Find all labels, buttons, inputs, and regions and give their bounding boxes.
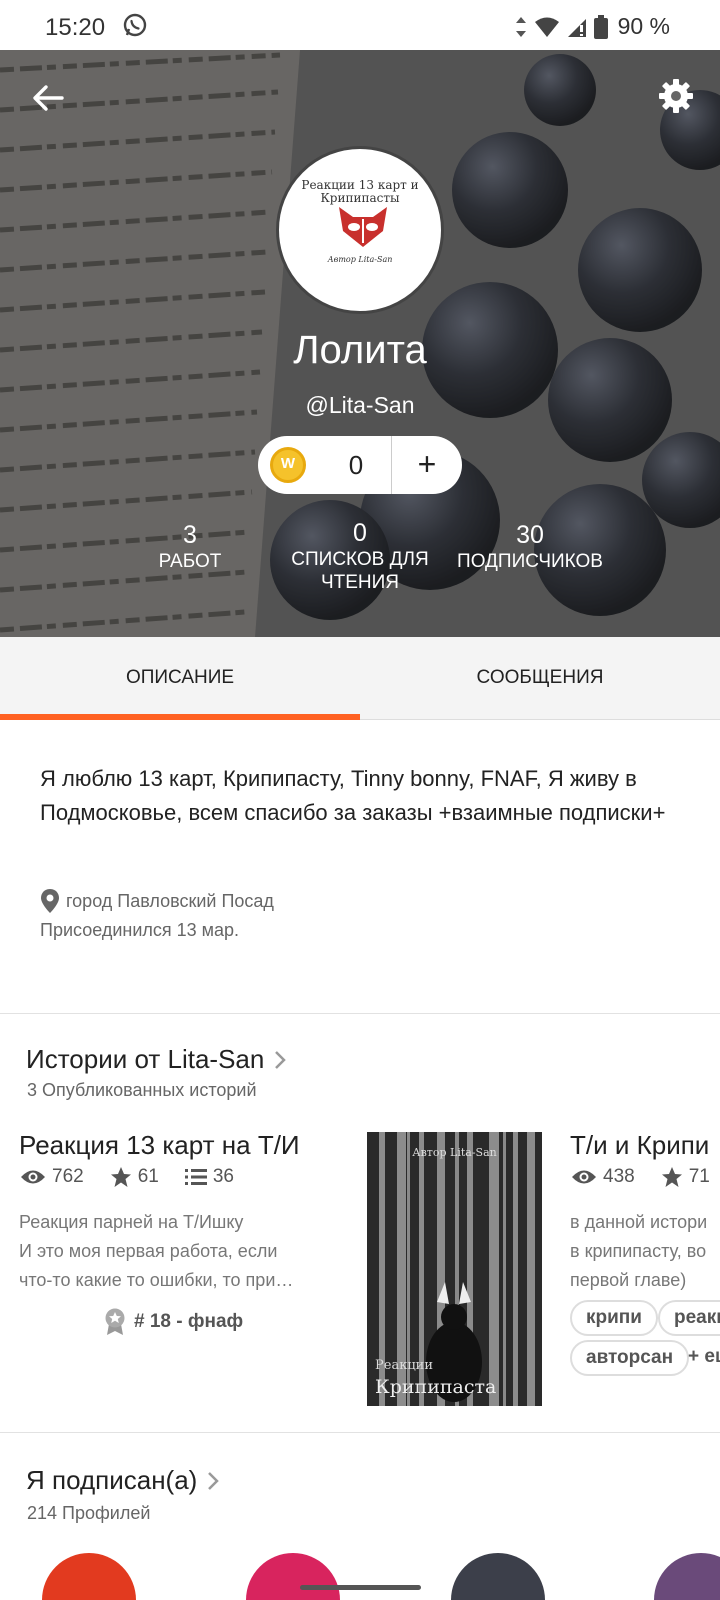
stories-count: 3 Опубликованных историй <box>27 1080 257 1100</box>
tab-description[interactable]: ОПИСАНИЕ <box>0 637 360 720</box>
battery-icon <box>593 14 608 39</box>
profile-avatar[interactable]: Реакции 13 карт и Крипипасты Автор Lita-… <box>276 146 444 314</box>
story-description-line: Реакция парней на Т/Ишку <box>19 1212 244 1232</box>
battery-percent: 90 % <box>617 13 670 39</box>
story-votes: 61 <box>137 1166 159 1187</box>
more-tags-link[interactable]: + еще <box>688 1346 720 1368</box>
joined-date: Присоединился 13 мар. <box>40 920 240 940</box>
profile-description: Я люблю 13 карт, Крипипасту, Tinny bonny… <box>40 766 666 825</box>
story-views: 762 <box>52 1166 84 1187</box>
profile-header: Реакции 13 карт и Крипипасты Автор Lita-… <box>0 50 720 637</box>
followed-profile-avatar[interactable] <box>246 1553 340 1600</box>
stat-reading-lists-value: 0 <box>353 519 367 547</box>
back-arrow-icon[interactable] <box>30 80 66 116</box>
story-tag[interactable]: крипи <box>570 1300 658 1336</box>
stat-works-label: РАБОТ <box>158 551 222 572</box>
tab-messages[interactable]: СООБЩЕНИЯ <box>360 637 720 720</box>
following-section-title: Я подписан(а) <box>26 1465 198 1495</box>
signal-icon <box>567 18 586 37</box>
section-divider <box>0 1013 720 1014</box>
story-rank-text: # 18 - фнаф <box>134 1311 244 1332</box>
section-divider <box>0 1432 720 1433</box>
eye-icon <box>572 1170 596 1184</box>
mask-logo-icon <box>339 207 387 247</box>
chevron-right-icon <box>208 1471 220 1490</box>
stories-section-title: Истории от Lita-San <box>26 1044 265 1074</box>
followed-profile-avatar[interactable] <box>451 1553 545 1600</box>
stat-followers[interactable]: 30 ПОДПИСЧИКОВ <box>440 520 620 573</box>
profile-handle: @Lita-San <box>305 392 415 418</box>
story-description-line: первой главе) <box>570 1270 687 1290</box>
story-description: в данной истори в крипипасту, во первой … <box>570 1208 720 1295</box>
star-icon <box>110 1167 131 1187</box>
cover-subtitle: Реакции <box>375 1358 434 1373</box>
profile-name: Лолита <box>293 328 427 372</box>
story-parts: 36 <box>212 1166 234 1187</box>
story-title[interactable]: Т/и и Крипи <box>570 1130 709 1161</box>
story-votes: 71 <box>688 1166 710 1187</box>
stat-reading-lists[interactable]: 0 СПИСКОВ ДЛЯ ЧТЕНИЯ <box>276 518 444 594</box>
coin-icon: W <box>270 447 306 483</box>
coin-balance: 0 <box>348 450 364 480</box>
active-tab-indicator <box>0 714 360 720</box>
story-description-line: в крипипасту, во <box>570 1241 707 1261</box>
stat-reading-lists-label: СПИСКОВ ДЛЯ ЧТЕНИЯ <box>291 549 429 593</box>
story-stats: 762 61 36 <box>20 1166 234 1188</box>
cover-title: Крипипаста <box>375 1376 497 1398</box>
cover-author: Автор Lita-San <box>412 1146 497 1159</box>
award-badge-icon <box>105 1308 125 1335</box>
story-views: 438 <box>603 1166 635 1187</box>
stories-section-header[interactable]: Истории от Lita-San <box>26 1044 287 1075</box>
avatar-signature: Автор Lita-San <box>327 255 393 264</box>
chevron-right-icon <box>275 1050 287 1069</box>
avatar-title-text: Реакции 13 карт и Крипипасты <box>301 178 419 205</box>
whatsapp-icon <box>123 13 147 37</box>
story-description-line: И это моя первая работа, если <box>19 1241 278 1261</box>
stat-works-value: 3 <box>183 521 197 549</box>
add-coins-button[interactable]: + <box>392 436 462 494</box>
following-count: 214 Профилей <box>27 1503 151 1523</box>
story-stats: 438 71 <box>571 1166 710 1188</box>
stat-followers-value: 30 <box>516 521 544 549</box>
story-tag[interactable]: реакц <box>658 1300 720 1336</box>
profile-tabs: ОПИСАНИЕ СООБЩЕНИЯ <box>0 637 720 720</box>
status-bar: 15:20 90 % <box>0 0 720 50</box>
story-title[interactable]: Реакция 13 карт на Т/И <box>19 1130 300 1161</box>
wifi-icon <box>534 17 559 37</box>
list-parts-icon <box>184 1169 207 1185</box>
coins-widget: W 0 + <box>258 436 462 494</box>
stat-followers-label: ПОДПИСЧИКОВ <box>457 551 603 572</box>
story-description-line: что-то какие то ошибки, то при… <box>19 1270 294 1290</box>
location-pin-icon <box>41 889 59 913</box>
following-section-header[interactable]: Я подписан(а) <box>26 1465 220 1496</box>
home-indicator[interactable] <box>300 1585 421 1590</box>
story-rank: # 18 - фнаф <box>104 1308 243 1336</box>
settings-gear-icon[interactable] <box>656 76 696 116</box>
data-arrows-icon <box>515 16 526 37</box>
followed-profile-avatar[interactable] <box>654 1553 720 1600</box>
location-row: город Павловский Посад <box>40 888 274 914</box>
story-description-line: в данной истори <box>570 1212 708 1232</box>
eye-icon <box>21 1170 45 1184</box>
story-cover-image[interactable]: Автор Lita-San Реакции Крипипаста <box>367 1132 542 1406</box>
followed-profile-avatar[interactable] <box>42 1553 136 1600</box>
story-tag[interactable]: авторсан <box>570 1340 690 1376</box>
status-time: 15:20 <box>45 14 106 41</box>
location-text: город Павловский Посад <box>66 890 274 911</box>
star-icon <box>661 1167 682 1187</box>
stat-works[interactable]: 3 РАБОТ <box>130 520 250 573</box>
story-description: Реакция парней на Т/Ишку И это моя перва… <box>19 1208 329 1295</box>
